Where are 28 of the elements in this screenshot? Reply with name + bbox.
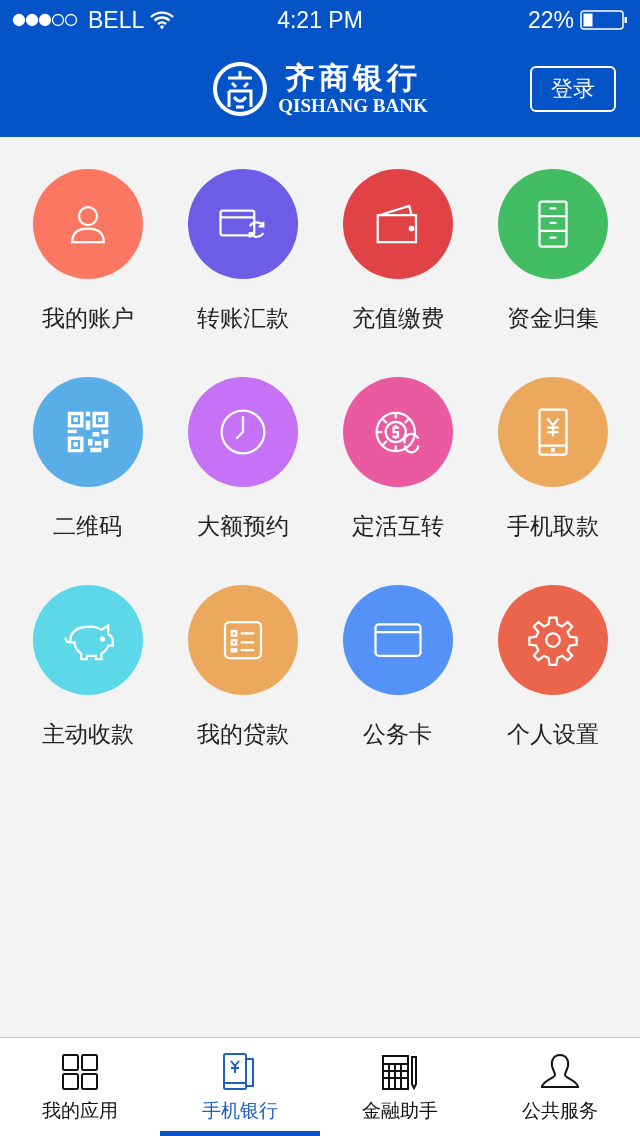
tab-bar-item[interactable]: 我的应用	[0, 1038, 160, 1136]
login-button[interactable]: 登录	[530, 66, 616, 112]
app-tile-label[interactable]: 个人设置	[506, 717, 599, 751]
logo-icon	[212, 60, 269, 117]
wifi-icon	[150, 11, 175, 29]
carrier: BELL	[88, 6, 145, 34]
app-tile-label[interactable]: 转账汇款	[196, 301, 289, 335]
grid-icon	[60, 1052, 100, 1092]
app-tile-label[interactable]: 充值缴费	[351, 301, 444, 335]
app-tile-label[interactable]: 公务卡	[363, 717, 432, 751]
bank-name-english: QISHANG BANK	[278, 94, 428, 117]
app-tile-label[interactable]: 手机取款	[506, 509, 599, 543]
bank-name: 齐商银行	[285, 60, 421, 95]
settings-icon	[525, 613, 580, 667]
tab-bar-item[interactable]: 金融助手	[320, 1038, 480, 1136]
app-tile-label[interactable]: 大额预约	[196, 509, 289, 543]
app-tile-label[interactable]: 定活互转	[351, 509, 444, 543]
tab-bar-item[interactable]: 公共服务	[480, 1038, 640, 1136]
clock-time: 4:21 PM	[277, 6, 363, 34]
tab-bar-item[interactable]: 手机银行	[160, 1038, 320, 1136]
app-tile-label[interactable]: 主动收款	[41, 717, 134, 751]
app-tile-label[interactable]: 我的账户	[41, 301, 134, 335]
app-tile-label[interactable]: 我的贷款	[196, 717, 289, 751]
app-tile-label[interactable]: 二维码	[53, 509, 122, 543]
battery-icon	[580, 10, 628, 30]
app-tile-label[interactable]: 资金归集	[506, 301, 599, 335]
calculator-icon	[380, 1052, 420, 1092]
battery-percent: 22%	[527, 6, 574, 34]
